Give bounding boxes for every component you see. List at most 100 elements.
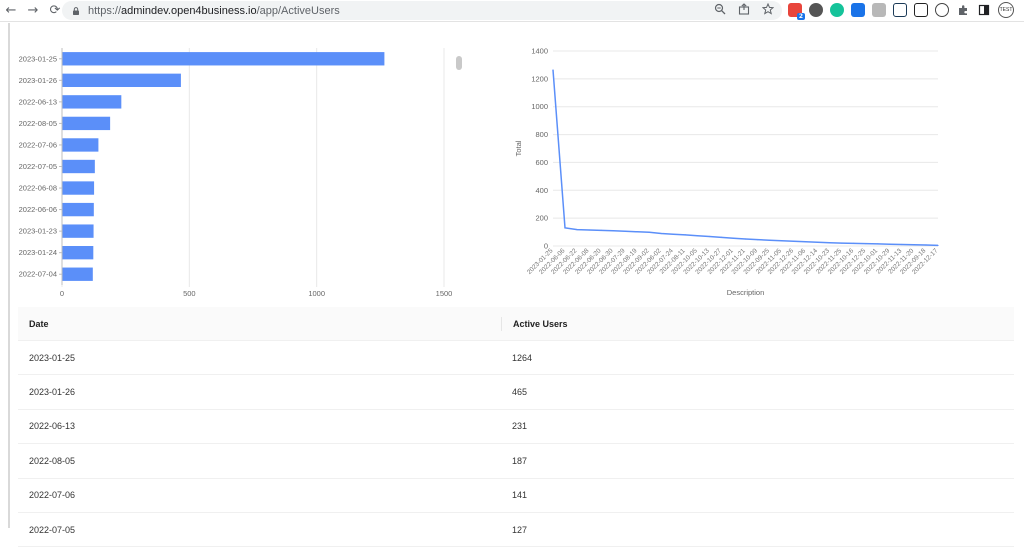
date-cell: 2023-01-25 <box>29 352 76 363</box>
url-text: https://admindev.open4business.io/app/Ac… <box>88 5 340 17</box>
data-point <box>793 240 795 242</box>
bar <box>62 246 94 260</box>
extension-badge-count: 2 <box>796 13 805 20</box>
data-point <box>913 244 915 246</box>
active-users-table: Date Active Users 2023-01-25 1264 2023-01-… <box>18 307 1014 547</box>
chart-scrollbar[interactable] <box>456 56 462 70</box>
lt-extension-icon[interactable] <box>914 3 928 17</box>
active-users-cell: 231 <box>512 421 528 432</box>
side-panel-icon[interactable] <box>977 3 991 17</box>
data-point <box>624 230 626 232</box>
w-extension-icon[interactable] <box>809 3 823 17</box>
y-tick-label: 2022-07-06 <box>19 140 57 149</box>
y-tick-label: 2023-01-24 <box>19 248 57 257</box>
data-point <box>720 236 723 238</box>
x-tick-label: 0 <box>60 289 64 298</box>
extension-badge-icon[interactable]: 2 <box>788 3 805 20</box>
url-scheme: https:// <box>88 4 122 17</box>
puzzle-icon[interactable] <box>956 3 970 17</box>
active-users-cell: 141 <box>512 490 528 501</box>
bar <box>62 95 122 109</box>
data-point <box>805 241 807 243</box>
data-point <box>865 243 867 245</box>
y-tick-label: 2023-01-26 <box>19 76 57 85</box>
bar <box>62 181 95 195</box>
data-point <box>768 239 771 241</box>
table-row[interactable]: 2022-07-06 141 <box>18 478 1014 513</box>
data-point <box>829 242 831 244</box>
zoom-icon[interactable] <box>714 3 726 15</box>
data-point <box>576 228 578 231</box>
date-cell: 2022-07-06 <box>29 490 76 501</box>
circle-extension-icon[interactable] <box>935 3 949 17</box>
bar <box>62 267 93 281</box>
data-point <box>588 229 590 231</box>
bar <box>62 202 94 217</box>
y-tick-label: 2023-01-23 <box>19 227 57 236</box>
y-tick-label: 2023-01-25 <box>19 54 57 63</box>
back-button[interactable]: ← <box>0 0 22 22</box>
y-tick-label: 2022-08-05 <box>19 119 57 128</box>
data-point <box>877 243 879 245</box>
share-icon[interactable] <box>738 3 750 15</box>
y-tick-label: 2022-07-05 <box>19 162 57 171</box>
date-cell: 2022-06-13 <box>29 421 76 432</box>
gray-extension-icon[interactable] <box>872 3 886 17</box>
data-point <box>937 244 939 247</box>
x-axis-title: Description <box>727 288 765 297</box>
y-tick-label: 1200 <box>531 74 548 83</box>
table-row[interactable]: 2023-01-26 465 <box>18 375 1014 410</box>
data-point <box>552 69 554 71</box>
page-content: 0 500 1000 1500 2023-01-25 2023-01-26 2022-06-… <box>0 23 1024 547</box>
date-cell: 2022-08-05 <box>29 455 76 466</box>
data-point <box>889 243 891 245</box>
table-row[interactable]: 2022-07-05 127 <box>18 512 1014 547</box>
address-bar[interactable]: https://admindev.open4business.io/app/Ac… <box>62 1 782 20</box>
x-tick-label: 1500 <box>436 289 453 298</box>
data-point <box>696 235 698 237</box>
data-point <box>925 244 927 246</box>
profile-avatar[interactable]: TEST <box>998 2 1014 18</box>
data-point <box>648 231 650 233</box>
table-row[interactable]: 2022-06-13 231 <box>18 409 1014 445</box>
data-point <box>853 242 855 244</box>
y-tick-label: 2022-06-13 <box>19 97 57 106</box>
x-tick-label: 500 <box>183 289 196 298</box>
bar <box>62 73 181 87</box>
y-tick-label: 2022-06-06 <box>19 205 57 214</box>
table-header: Date Active Users <box>18 307 1014 341</box>
table-row[interactable]: 2022-08-05 187 <box>18 444 1014 479</box>
data-point <box>660 232 662 235</box>
omnibox-actions <box>714 3 774 15</box>
header-date[interactable]: Date <box>18 319 501 329</box>
active-users-cell: 127 <box>512 524 528 535</box>
y-tick-label: 600 <box>535 158 548 167</box>
data-point <box>672 233 674 235</box>
bar <box>62 224 94 238</box>
data-point <box>744 238 747 240</box>
table-body: 2023-01-25 1264 2023-01-26 465 2022-06-13 231… <box>18 341 1014 547</box>
data-point <box>841 242 843 244</box>
data-point <box>780 240 783 242</box>
header-active-users[interactable]: Active Users <box>502 319 1014 329</box>
bars-extension-icon[interactable] <box>893 3 907 17</box>
bar-chart: 0 500 1000 1500 2023-01-25 2023-01-26 2022-06-… <box>19 48 453 298</box>
date-cell: 2022-07-05 <box>29 524 76 535</box>
blue-extension-icon[interactable] <box>851 3 865 17</box>
grammarly-icon[interactable] <box>830 3 844 17</box>
y-tick-label: 1400 <box>531 47 548 56</box>
y-tick-label: 2022-06-08 <box>19 184 57 193</box>
active-users-cell: 1264 <box>512 352 533 363</box>
data-point <box>817 241 819 243</box>
data-point <box>708 235 711 238</box>
star-icon[interactable] <box>762 3 774 15</box>
data-point <box>732 237 735 239</box>
forward-button[interactable]: → <box>22 0 44 22</box>
data-point <box>901 243 903 246</box>
bar <box>62 116 111 131</box>
data-point <box>636 231 638 233</box>
table-row[interactable]: 2023-01-25 1264 <box>18 341 1014 376</box>
series-line <box>552 69 939 247</box>
bar <box>62 138 99 152</box>
data-point <box>756 238 759 241</box>
